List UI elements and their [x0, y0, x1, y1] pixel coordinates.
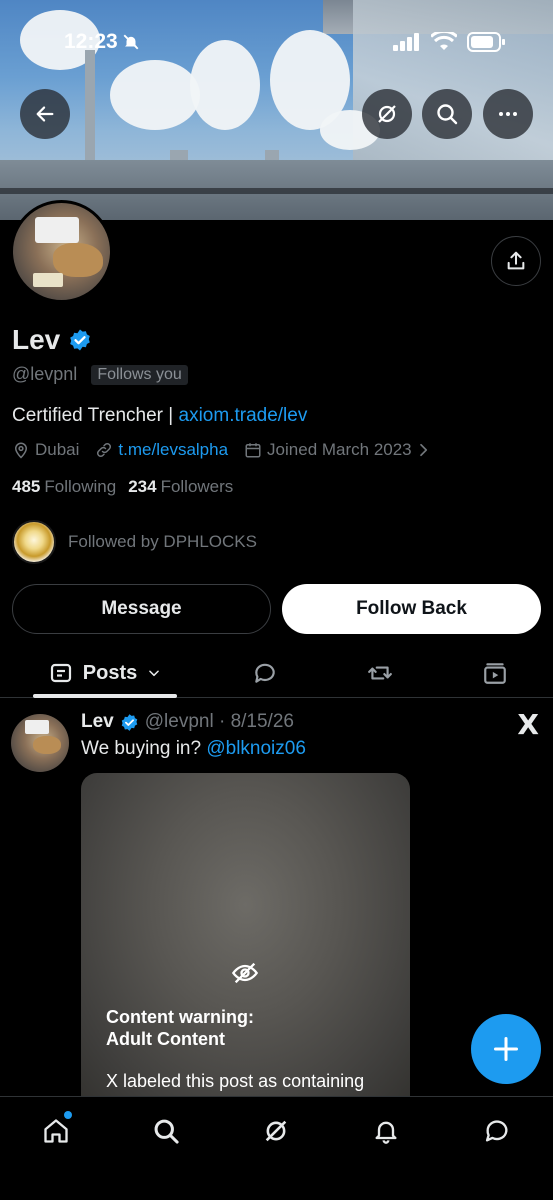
search-button[interactable]: [422, 89, 472, 139]
content-warning-title: Content warning: Adult Content: [106, 1006, 254, 1050]
post-avatar-cat-shape: [33, 736, 61, 754]
handle-row: @levpnl Follows you: [12, 364, 188, 385]
media-play-icon: [484, 663, 506, 684]
followers-count-link[interactable]: 234 Followers: [128, 477, 233, 497]
more-dots-icon: [499, 112, 517, 116]
status-time-text: 12:23: [64, 30, 118, 53]
bottom-nav: [0, 1096, 553, 1200]
post-avatar-box-shape: [25, 720, 49, 734]
profile-handle: @levpnl: [12, 364, 78, 384]
post-text: We buying in? @blknoiz06: [81, 738, 306, 760]
grok-button[interactable]: [362, 89, 412, 139]
website-item[interactable]: t.me/levsalpha: [95, 440, 228, 460]
joined-item[interactable]: Joined March 2023: [244, 440, 431, 460]
home-notification-dot: [64, 1111, 72, 1119]
following-label: Following: [44, 477, 117, 496]
content-warning-description: X labeled this post as containing: [106, 1071, 365, 1091]
status-time: 12:23: [64, 30, 140, 54]
share-button[interactable]: [491, 236, 541, 286]
profile-bio: Certified Trencher | axiom.trade/lev: [12, 405, 307, 427]
silent-bell-icon: [123, 34, 139, 50]
nav-home[interactable]: [36, 1111, 76, 1151]
followed-by-text: Followed by DPHLOCKS: [68, 532, 257, 551]
back-arrow-icon: [36, 106, 54, 122]
banner-cloud: [110, 60, 200, 130]
profile-meta-row: Dubai t.me/levsalpha Joined March 2023: [12, 440, 431, 460]
followed-by-row[interactable]: Followed by DPHLOCKS: [12, 520, 257, 564]
tab-reposts[interactable]: [360, 648, 400, 698]
tab-posts-label: Posts: [82, 661, 138, 684]
x-logo-icon: X: [517, 708, 539, 741]
eye-slash-icon: [231, 962, 259, 984]
share-icon: [507, 251, 525, 270]
content-warning-line2: Adult Content: [106, 1029, 225, 1049]
posts-icon: [50, 663, 71, 683]
post-handle-date: @levpnl · 8/15/26: [144, 711, 294, 732]
location-pin-icon: [14, 442, 28, 459]
link-icon: [97, 442, 112, 458]
search-icon: [437, 104, 458, 125]
reply-bubble-icon: [255, 663, 275, 683]
follows-you-badge: Follows you: [91, 364, 188, 385]
wifi-icon: [431, 32, 457, 50]
bell-icon: [375, 1121, 397, 1144]
location-text: Dubai: [35, 440, 80, 459]
profile-name-row: Lev: [12, 324, 92, 356]
content-warning-line1: Content warning:: [106, 1007, 254, 1027]
chevron-down-icon: [149, 670, 160, 677]
nav-grok[interactable]: [256, 1111, 296, 1151]
follow-back-button[interactable]: Follow Back: [282, 584, 541, 634]
tab-media[interactable]: [475, 648, 515, 698]
post-verified-badge-icon: [121, 713, 138, 731]
profile-tabs: Posts: [0, 648, 553, 698]
avatar-cat-shape: [53, 243, 103, 277]
post-author-avatar[interactable]: [11, 714, 69, 772]
bio-text: Certified Trencher |: [12, 405, 179, 426]
location-item: Dubai: [12, 440, 79, 460]
post-author-name[interactable]: Lev: [81, 711, 114, 733]
status-icons: [393, 32, 505, 52]
following-count-link[interactable]: 485 Following: [12, 477, 116, 497]
banner-railing: [0, 188, 553, 194]
nav-search[interactable]: [146, 1111, 186, 1151]
back-button[interactable]: [20, 89, 70, 139]
post-mention-link[interactable]: @blknoiz06: [206, 738, 306, 759]
tab-posts[interactable]: Posts: [33, 648, 177, 698]
post-media-warning[interactable]: Content warning: Adult Content X labeled…: [81, 773, 410, 1103]
verified-badge-icon[interactable]: [68, 328, 92, 352]
home-icon: [44, 1119, 68, 1143]
follow-counts: 485 Following 234 Followers: [12, 477, 233, 497]
status-bar: 12:23: [64, 28, 505, 56]
website-link[interactable]: t.me/levsalpha: [118, 440, 228, 460]
repost-icon: [368, 666, 392, 680]
chevron-right-icon: [419, 443, 427, 457]
compose-fab-button[interactable]: [471, 1014, 541, 1084]
bio-link[interactable]: axiom.trade/lev: [179, 405, 308, 426]
calendar-icon: [245, 443, 261, 458]
post-text-body: We buying in?: [81, 738, 207, 759]
cellular-signal-icon: [393, 33, 419, 51]
post-header: Lev @levpnl · 8/15/26: [81, 711, 294, 733]
tab-replies[interactable]: [245, 648, 285, 698]
followed-by-avatar: [12, 520, 56, 564]
profile-name: Lev: [12, 324, 61, 355]
nav-messages[interactable]: [477, 1111, 517, 1151]
nav-notifications[interactable]: [366, 1111, 406, 1151]
plus-icon: [493, 1036, 519, 1062]
avatar-box-shape: [35, 217, 79, 243]
grok-icon: [378, 105, 396, 123]
followers-label: Followers: [160, 477, 234, 496]
message-button[interactable]: Message: [12, 584, 271, 634]
profile-avatar[interactable]: [10, 200, 113, 303]
more-options-button[interactable]: [483, 89, 533, 139]
chat-bubble-icon: [485, 1120, 508, 1142]
grok-icon: [265, 1120, 287, 1142]
battery-icon: [467, 32, 505, 52]
search-icon: [154, 1119, 179, 1144]
avatar-cash-shape: [33, 273, 63, 287]
following-count: 485: [12, 477, 41, 496]
joined-text: Joined March 2023: [267, 440, 412, 459]
followers-count: 234: [128, 477, 157, 496]
